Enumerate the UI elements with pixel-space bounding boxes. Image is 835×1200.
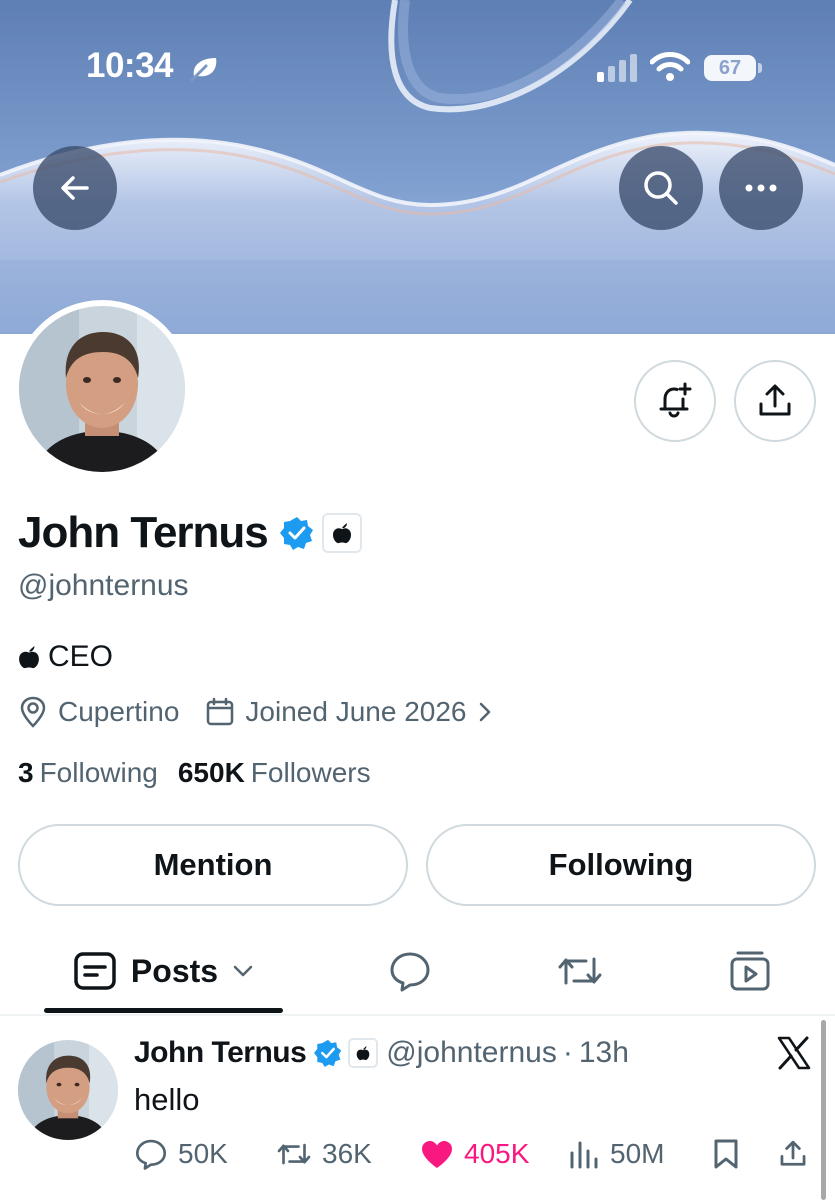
posts-icon (74, 952, 116, 990)
like-button[interactable]: 405K (420, 1138, 529, 1170)
repost-button[interactable]: 36K (276, 1138, 372, 1170)
post-item[interactable]: John Ternus @johnternus · 13h hello 50K (0, 1018, 835, 1200)
more-horizontal-icon (745, 184, 777, 192)
search-button[interactable] (619, 146, 703, 230)
following-button[interactable]: Following (426, 824, 816, 906)
post-author-name[interactable]: John Ternus (134, 1036, 307, 1070)
profile-tabs: Posts (0, 928, 835, 1016)
status-bar: 10:34 67 (0, 0, 835, 130)
tab-reposts[interactable] (520, 928, 640, 1014)
cellular-signal-icon (597, 54, 637, 82)
affiliation-badge[interactable] (321, 513, 362, 553)
following-label: Following (39, 757, 158, 788)
profile-name-row: John Ternus (18, 508, 362, 558)
reply-button[interactable]: 50K (134, 1138, 228, 1170)
apple-logo-icon (332, 523, 351, 544)
share-icon (759, 384, 791, 416)
apple-logo-icon (356, 1046, 370, 1061)
more-button[interactable] (719, 146, 803, 230)
focus-mode-icon (190, 58, 217, 82)
chevron-down-icon (233, 965, 253, 977)
bookmark-button[interactable] (712, 1138, 750, 1170)
repost-count: 36K (322, 1138, 372, 1169)
calendar-icon (207, 697, 234, 726)
post-author-avatar[interactable] (18, 1040, 118, 1140)
followers-count: 650K (177, 757, 245, 788)
location: Cupertino (18, 696, 179, 728)
tab-replies[interactable] (350, 928, 470, 1014)
follow-stats: 3 Following 650K Followers (18, 757, 371, 789)
verified-badge-icon[interactable] (279, 516, 314, 550)
status-time: 10:34 (86, 46, 174, 85)
post-author-handle: @johnternus (386, 1036, 557, 1069)
analytics-bars-icon (570, 1141, 598, 1169)
wifi-icon (650, 52, 690, 81)
followers-label: Followers (250, 757, 371, 788)
profile-bio: CEO (18, 640, 113, 674)
tab-posts-label: Posts (130, 952, 219, 989)
views-button[interactable]: 50M (568, 1138, 664, 1170)
bio-text: CEO (48, 640, 114, 673)
following-stat[interactable]: 3 Following (18, 757, 158, 789)
reply-count: 50K (178, 1138, 228, 1169)
search-icon (644, 171, 678, 205)
location-pin-icon (20, 696, 46, 728)
arrow-left-icon (61, 176, 89, 200)
reply-bubble-icon (390, 952, 430, 992)
post-header: John Ternus @johnternus · 13h (134, 1036, 629, 1070)
heart-filled-icon (422, 1141, 452, 1168)
notifications-button[interactable] (634, 360, 716, 442)
reply-bubble-icon (135, 1139, 167, 1170)
video-media-icon (730, 951, 770, 991)
followers-stat[interactable]: 650K Followers (178, 757, 371, 789)
repost-icon (277, 1143, 311, 1165)
location-text: Cupertino (58, 696, 180, 727)
post-actions: 50K 36K 405K 50M (134, 1138, 824, 1178)
apple-logo-icon (19, 646, 39, 669)
following-count: 3 (18, 757, 34, 788)
views-count: 50M (610, 1138, 665, 1169)
profile-name: John Ternus (18, 508, 269, 557)
back-button[interactable] (33, 146, 117, 230)
affiliation-badge (348, 1038, 379, 1068)
share-profile-button[interactable] (734, 360, 816, 442)
tab-media[interactable] (690, 928, 810, 1014)
share-icon (780, 1140, 806, 1166)
avatar-photo (18, 1040, 118, 1140)
battery-level: 67 (704, 55, 756, 81)
like-count: 405K (464, 1138, 530, 1169)
profile-meta: Cupertino Joined June 2026 (18, 696, 528, 728)
chevron-right-icon (480, 702, 491, 722)
share-post-button[interactable] (778, 1138, 818, 1170)
joined-text: Joined June 2026 (245, 696, 467, 727)
profile-handle: @johnternus (18, 569, 189, 602)
verified-badge-icon (314, 1039, 342, 1067)
post-text: hello (134, 1082, 200, 1117)
avatar (19, 306, 185, 472)
post-separator: · (562, 1036, 573, 1069)
profile-avatar[interactable] (13, 300, 191, 478)
bookmark-icon (714, 1139, 738, 1169)
avatar-photo (19, 306, 185, 472)
mention-button[interactable]: Mention (18, 824, 408, 906)
joined-date[interactable]: Joined June 2026 (205, 696, 502, 728)
scrollbar[interactable] (821, 1020, 826, 1200)
profile-banner[interactable]: 10:34 67 (0, 0, 835, 334)
x-logo-icon (777, 1036, 811, 1070)
tab-posts[interactable]: Posts (44, 928, 283, 1014)
post-timestamp[interactable]: 13h (579, 1036, 629, 1070)
active-tab-indicator (44, 1008, 283, 1013)
bell-plus-icon (659, 382, 692, 418)
repost-icon (558, 957, 602, 985)
battery-tip (758, 63, 762, 73)
